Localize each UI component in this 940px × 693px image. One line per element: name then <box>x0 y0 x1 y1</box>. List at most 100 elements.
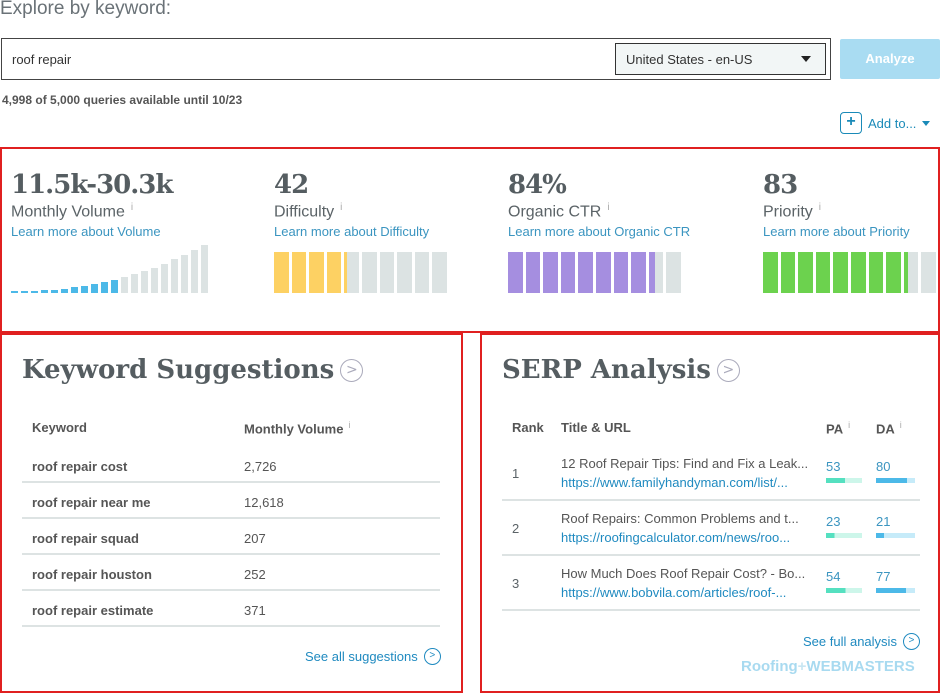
meter-segment <box>432 252 447 293</box>
result-url[interactable]: https://www.bobvila.com/articles/roof-..… <box>561 585 813 600</box>
volume-bar <box>151 267 158 293</box>
volume-bar <box>191 250 198 293</box>
volume-bar <box>201 245 208 293</box>
volume-bar <box>171 259 178 293</box>
pa-meter <box>826 478 862 483</box>
volume-bar <box>181 255 188 293</box>
volume-bar <box>21 290 28 293</box>
meter-segment <box>361 252 377 293</box>
volume-bar <box>51 289 58 293</box>
analyze-button[interactable]: Analyze <box>840 39 940 79</box>
metric-label: Difficulty i <box>274 202 343 221</box>
chevron-right-icon: > <box>423 648 441 665</box>
meter-segment <box>886 252 901 293</box>
metric-3: 83 Priority i Learn more about Priority <box>763 170 910 239</box>
meter-segment <box>309 252 324 293</box>
metric-value: 42 <box>274 170 309 200</box>
volume-cell: 2,726 <box>244 459 277 474</box>
keyword-cell[interactable]: roof repair houston <box>32 567 152 582</box>
chevron-right-icon[interactable]: > <box>340 358 364 382</box>
table-row[interactable]: roof repair cost 2,726 <box>22 447 440 483</box>
keyword-cell[interactable]: roof repair cost <box>32 459 127 474</box>
learn-more-link[interactable]: Learn more about Difficulty <box>274 224 429 239</box>
plus-icon: + <box>840 112 862 134</box>
meter-segment <box>666 252 681 293</box>
volume-bar <box>71 287 78 293</box>
col-da: DA i <box>876 420 902 437</box>
col-volume: Monthly Volume i <box>244 420 351 437</box>
pa-meter <box>826 588 862 593</box>
da-meter <box>876 533 915 538</box>
meter-segment <box>560 252 576 293</box>
volume-bar <box>41 290 48 293</box>
learn-more-link[interactable]: Learn more about Organic CTR <box>508 224 690 239</box>
metric-2: 84% Organic CTR i Learn more about Organi… <box>508 170 690 239</box>
quota-text: 4,998 of 5,000 queries available until 1… <box>2 93 243 107</box>
pa-value: 54 <box>826 569 841 584</box>
caret-down-icon <box>801 56 811 62</box>
search-value[interactable]: roof repair <box>12 52 71 67</box>
volume-bar <box>61 288 68 293</box>
result-title: 12 Roof Repair Tips: Find and Fix a Leak… <box>561 456 809 471</box>
meter-segment <box>763 252 778 293</box>
da-value: 80 <box>876 459 891 474</box>
learn-more-link[interactable]: Learn more about Priority <box>763 224 910 239</box>
keyword-cell[interactable]: roof repair squad <box>32 531 139 546</box>
meter-segment <box>326 252 342 293</box>
result-url[interactable]: https://www.familyhandyman.com/list/... <box>561 475 813 490</box>
table-row[interactable]: roof repair near me 12,618 <box>22 483 440 519</box>
volume-bar <box>81 285 88 293</box>
learn-more-link[interactable]: Learn more about Volume <box>11 224 172 239</box>
meter-segment <box>525 252 541 293</box>
volume-cell: 252 <box>244 567 266 582</box>
result-title: Roof Repairs: Common Problems and t... <box>561 511 799 526</box>
meter-segment <box>344 252 359 293</box>
rank-cell: 3 <box>512 576 520 591</box>
metric-meter <box>763 252 936 293</box>
volume-bar <box>161 263 168 293</box>
info-icon: i <box>130 202 134 213</box>
page-title: Explore by keyword: <box>0 0 172 19</box>
meter-segment <box>631 252 646 293</box>
metric-label: Organic CTR i <box>508 202 610 221</box>
table-row: 3 How Much Does Roof Repair Cost? - Bo..… <box>502 556 920 611</box>
rank-cell: 2 <box>512 521 520 536</box>
locale-select[interactable]: United States - en-US <box>615 43 826 75</box>
metric-value: 84% <box>508 170 567 200</box>
keyword-cell[interactable]: roof repair near me <box>32 495 151 510</box>
volume-bar <box>101 282 108 293</box>
da-meter <box>876 588 915 593</box>
serp-title: SERP Analysis > <box>502 355 740 385</box>
pa-meter <box>826 533 862 538</box>
table-row[interactable]: roof repair squad 207 <box>22 519 440 555</box>
meter-segment <box>578 252 593 293</box>
volume-bar <box>121 277 128 293</box>
add-to-button[interactable]: + Add to... <box>840 112 931 134</box>
info-icon: i <box>848 420 851 430</box>
da-meter <box>876 478 915 483</box>
volume-histogram <box>11 245 208 293</box>
meter-segment <box>815 252 831 293</box>
info-icon: i <box>340 202 343 213</box>
metric-label: Monthly Volume i <box>11 202 134 221</box>
table-row: 2 Roof Repairs: Common Problems and t...… <box>502 501 920 556</box>
table-row[interactable]: roof repair estimate 371 <box>22 591 440 627</box>
meter-segment <box>397 252 412 293</box>
metric-meter <box>274 252 447 293</box>
volume-bar <box>91 284 98 293</box>
col-pa: PA i <box>826 420 851 437</box>
see-full-analysis-link[interactable]: See full analysis > <box>803 633 920 650</box>
da-value: 21 <box>876 514 891 529</box>
caret-down-icon <box>922 120 931 126</box>
da-value: 77 <box>876 569 891 584</box>
result-url[interactable]: https://roofingcalculator.com/news/roo..… <box>561 530 813 545</box>
see-all-suggestions-link[interactable]: See all suggestions > <box>305 648 441 665</box>
volume-cell: 12,618 <box>244 495 284 510</box>
add-to-label: Add to... <box>868 115 917 131</box>
keyword-cell[interactable]: roof repair estimate <box>32 603 153 618</box>
keyword-search-input[interactable]: roof repair United States - en-US <box>1 38 831 80</box>
table-row[interactable]: roof repair houston 252 <box>22 555 440 591</box>
chevron-right-icon[interactable]: > <box>716 358 740 382</box>
meter-segment <box>543 252 558 293</box>
meter-segment <box>833 252 848 293</box>
